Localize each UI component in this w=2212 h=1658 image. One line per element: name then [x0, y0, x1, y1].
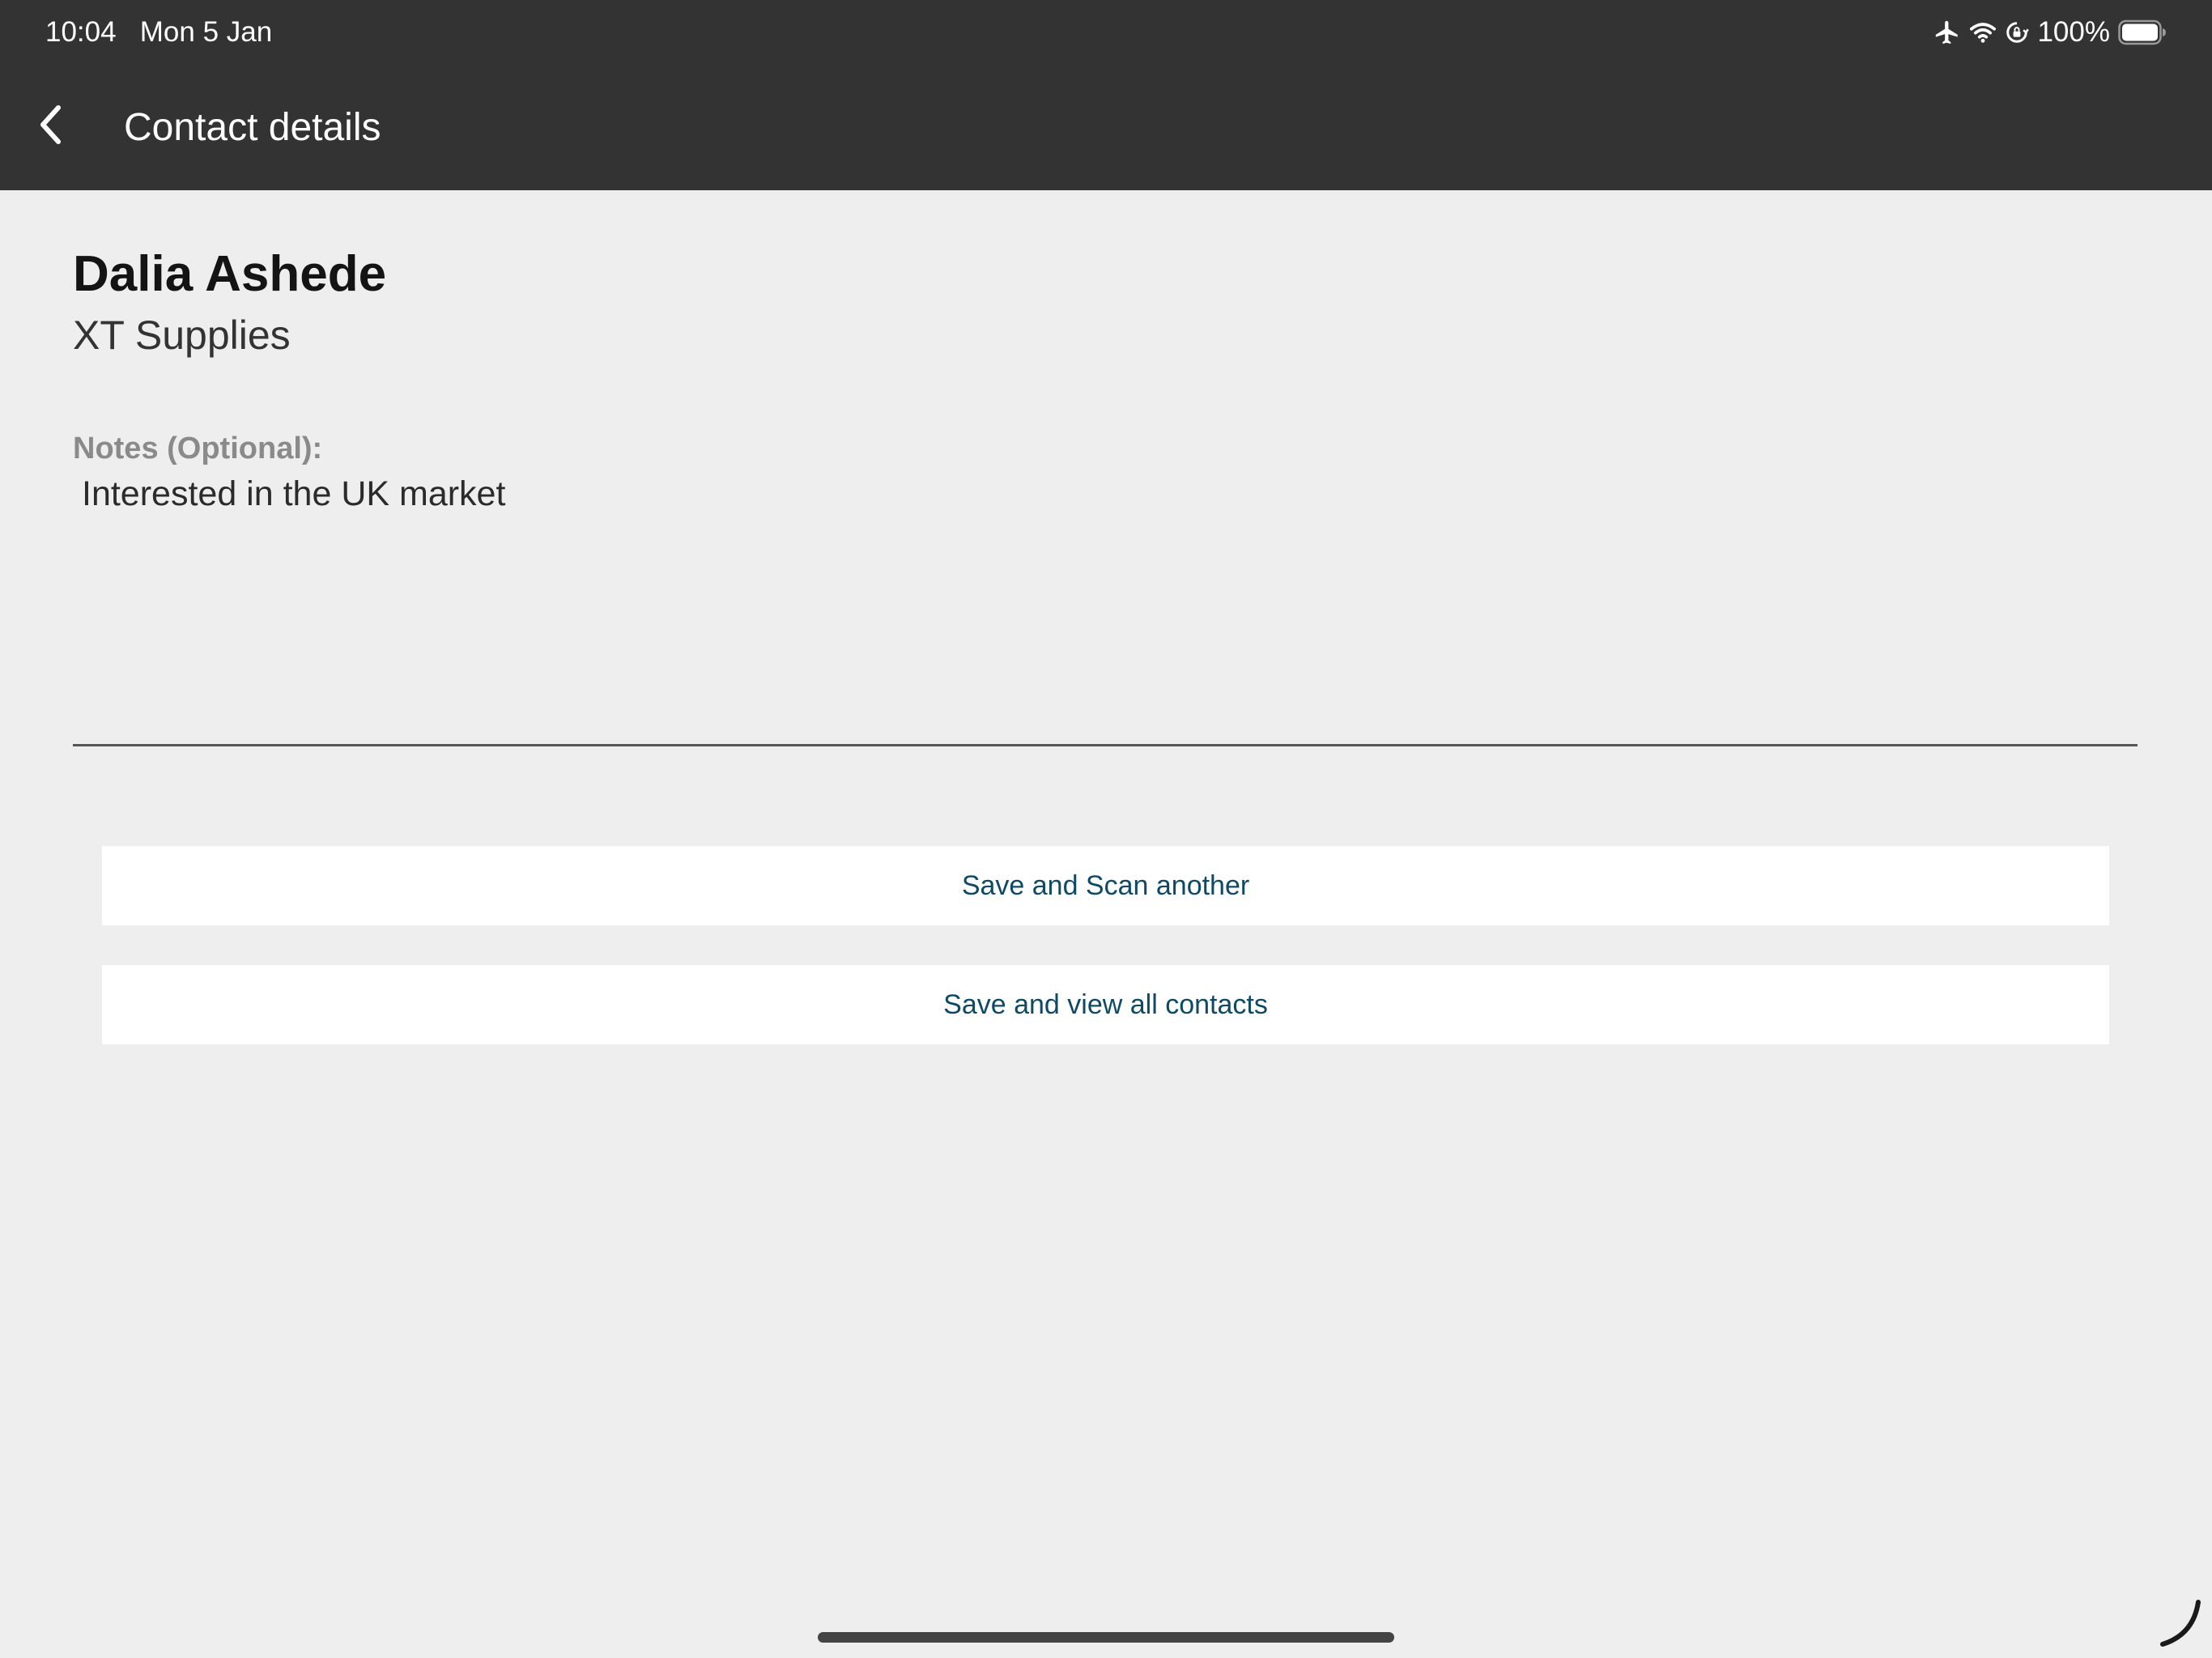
status-bar-datetime: 10:04 Mon 5 Jan — [45, 15, 272, 50]
contact-company: XT Supplies — [73, 312, 291, 358]
battery-percent: 100% — [2037, 16, 2110, 48]
wifi-icon — [1969, 20, 1997, 45]
corner-swipe-indicator — [2160, 1600, 2201, 1647]
notes-label: Notes (Optional): — [73, 432, 323, 466]
chevron-left-icon — [37, 104, 63, 149]
page-title: Contact details — [124, 106, 381, 149]
airplane-icon — [1933, 19, 1961, 46]
status-bar-indicators: 100% — [1933, 13, 2167, 52]
contact-name: Dalia Ashede — [73, 246, 387, 302]
notes-textarea[interactable]: Interested in the UK market — [73, 471, 2138, 746]
back-button[interactable] — [24, 97, 76, 155]
status-time: 10:04 — [45, 16, 117, 48]
home-indicator[interactable] — [818, 1632, 1394, 1643]
top-bar: 10:04 Mon 5 Jan 100% Contact details — [0, 0, 2212, 190]
orientation-lock-icon — [2005, 20, 2030, 45]
status-date: Mon 5 Jan — [139, 16, 273, 48]
battery-icon — [2118, 19, 2167, 45]
save-and-view-all-contacts-button[interactable]: Save and view all contacts — [102, 965, 2109, 1044]
save-and-scan-another-button[interactable]: Save and Scan another — [102, 846, 2109, 925]
